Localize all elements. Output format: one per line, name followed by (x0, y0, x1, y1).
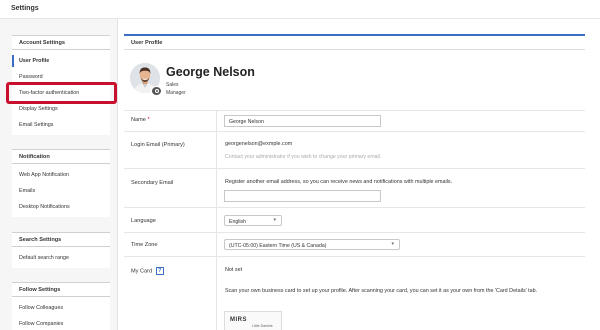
sidebar-group-notification: Notification Web App Notification Emails… (12, 149, 110, 217)
profile-department: Sales (166, 82, 179, 88)
row-divider (124, 110, 585, 111)
column-divider (216, 110, 217, 330)
row-divider (124, 232, 585, 233)
name-label-text: Name (131, 117, 146, 123)
login-email-hint: Contact your administrator if you wish t… (225, 154, 382, 160)
row-divider (124, 131, 585, 132)
login-email-label: Login Email (Primary) (131, 142, 185, 148)
my-card-status: Not set (225, 267, 243, 273)
secondary-email-label: Secondary Email (131, 180, 174, 186)
panel-header: User Profile (124, 36, 585, 50)
card-logo: MIRS (230, 317, 247, 323)
login-email-value: georgenelson@exmple.com (225, 141, 293, 147)
top-bar: Settings (0, 0, 600, 19)
sidebar-item-user-profile[interactable]: User Profile (12, 55, 110, 67)
app-title: Settings (11, 5, 39, 12)
row-divider (124, 256, 585, 257)
secondary-email-description: Register another email address, so you c… (225, 179, 453, 185)
sidebar-group-title: Search Settings (12, 233, 110, 247)
sidebar-item-email-settings[interactable]: Email Settings (12, 119, 110, 131)
name-input-value: George Nelson (229, 119, 264, 125)
my-card-description: Scan your own business card to set up yo… (225, 288, 538, 294)
sidebar-group-follow: Follow Settings Follow Colleagues Follow… (12, 282, 110, 330)
my-card-label: My Card ? (131, 267, 164, 275)
time-zone-label: Time Zone (131, 242, 158, 248)
chevron-down-icon: ▾ (391, 241, 394, 247)
business-card-thumbnail[interactable]: MIRS Little Daniels (224, 311, 282, 330)
name-input[interactable]: George Nelson (224, 115, 381, 127)
language-label: Language (131, 218, 156, 224)
profile-name: George Nelson (166, 65, 255, 79)
row-divider (124, 168, 585, 169)
required-mark: * (147, 117, 150, 123)
row-divider (124, 207, 585, 208)
secondary-email-input[interactable] (224, 190, 381, 202)
sidebar-group-search: Search Settings Default search range (12, 232, 110, 268)
user-profile-panel: User Profile George Nelson Sales Manager… (124, 34, 585, 330)
sidebar-item-web-app-notification[interactable]: Web App Notification (12, 169, 110, 181)
help-icon[interactable]: ? (155, 267, 164, 275)
camera-icon[interactable] (151, 86, 162, 96)
sidebar-item-display-settings[interactable]: Display Settings (12, 103, 110, 115)
time-zone-select-value: (UTC-05:00) Eastern Time (US & Canada) (229, 242, 327, 249)
sidebar-item-follow-colleagues[interactable]: Follow Colleagues (12, 302, 110, 314)
language-select[interactable]: English ▾ (224, 215, 282, 226)
card-name: Little Daniels (252, 324, 273, 328)
sidebar-group-title: Notification (12, 150, 110, 164)
profile-title: Manager (166, 90, 186, 96)
sidebar-item-emails[interactable]: Emails (12, 185, 110, 197)
sidebar-item-default-search-range[interactable]: Default search range (12, 252, 110, 264)
chevron-down-icon: ▾ (273, 217, 276, 223)
time-zone-select[interactable]: (UTC-05:00) Eastern Time (US & Canada) ▾ (224, 239, 400, 250)
sidebar-item-follow-companies[interactable]: Follow Companies (12, 318, 110, 330)
name-label: Name * (131, 117, 150, 123)
sidebar-group-title: Account Settings (12, 36, 110, 50)
sidebar-item-desktop-notifications[interactable]: Desktop Notifications (12, 201, 110, 213)
language-select-value: English (229, 218, 247, 225)
my-card-label-text: My Card (131, 268, 153, 275)
sidebar-group-title: Follow Settings (12, 283, 110, 297)
highlight-box (6, 82, 117, 104)
settings-sidebar: Account Settings User Profile Password T… (0, 19, 118, 330)
